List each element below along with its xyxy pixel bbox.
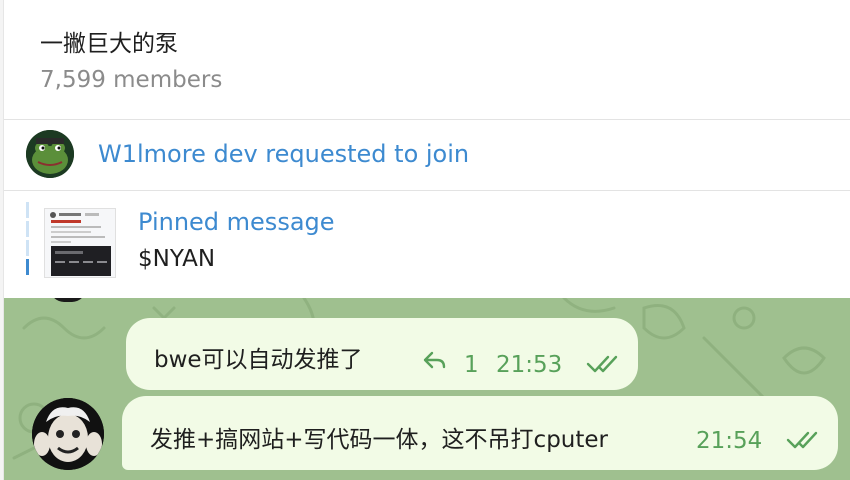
pinned-indicator (26, 202, 29, 288)
pinned-thumbnail (44, 208, 116, 278)
frog-avatar-icon[interactable] (26, 130, 74, 178)
message-text: 发推+搞网站+写代码一体，这不吊打cputer (150, 427, 608, 453)
reply-count[interactable]: 1 (464, 352, 479, 378)
message-time: 21:54 (696, 428, 763, 454)
message-time: 21:53 (496, 352, 563, 378)
join-request-text[interactable]: W1lmore dev requested to join (98, 140, 469, 168)
chat-message-area[interactable]: bwe可以自动发推了 1 21:53 发推+搞网站+写代码一体，这不吊打cput… (4, 298, 850, 480)
message-bubble[interactable]: 发推+搞网站+写代码一体，这不吊打cputer 21:54 (122, 396, 838, 470)
chat-title: 一撇巨大的泵 (40, 31, 178, 57)
member-count: 7,599 members (40, 67, 223, 93)
message-bubble[interactable]: bwe可以自动发推了 1 21:53 (126, 318, 638, 390)
sender-avatar[interactable] (32, 398, 104, 470)
message-text: bwe可以自动发推了 (154, 347, 363, 373)
pinned-title[interactable]: Pinned message (138, 208, 335, 236)
chat-header[interactable]: 一撇巨大的泵 7,599 members (4, 0, 850, 120)
pinned-text[interactable]: $NYAN (138, 246, 215, 272)
join-request-bar[interactable]: W1lmore dev requested to join (4, 121, 850, 191)
reply-icon[interactable] (422, 350, 446, 370)
pinned-message-bar[interactable]: Pinned message $NYAN (4, 192, 850, 298)
double-check-icon (586, 355, 618, 373)
double-check-icon (786, 431, 818, 449)
